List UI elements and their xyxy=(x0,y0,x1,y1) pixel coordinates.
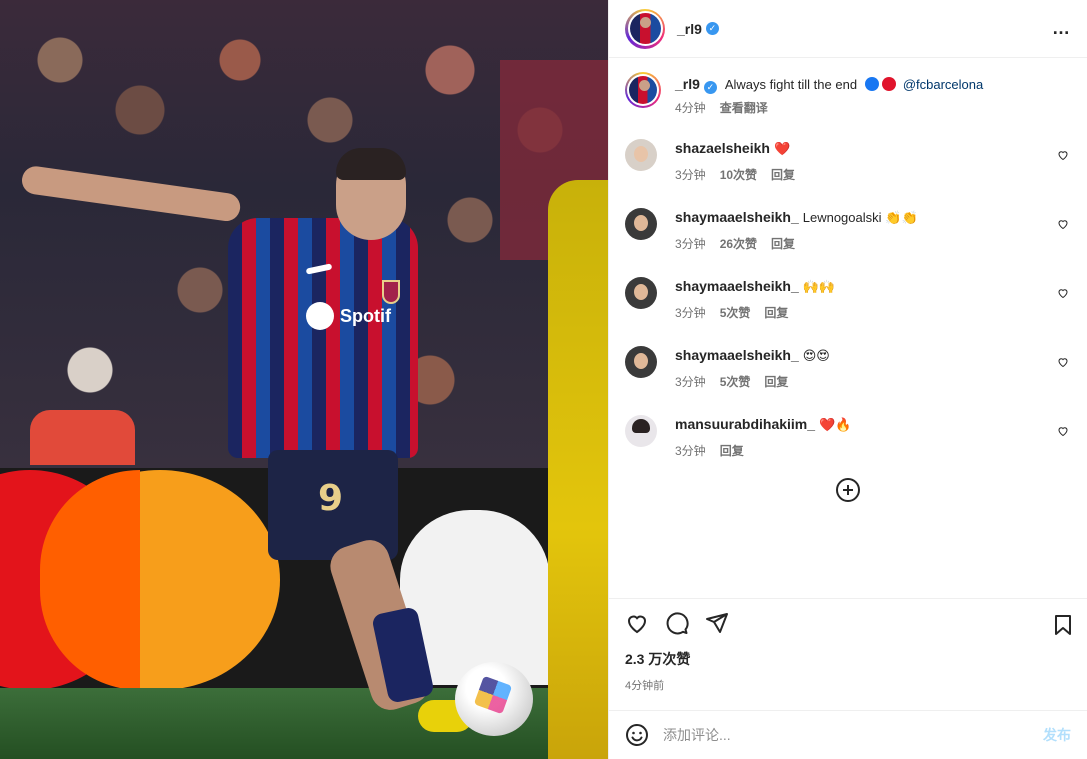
post-side-panel: _rl9 ✓ … _rl9 ✓ Always fight till the end… xyxy=(608,0,1087,759)
post-header: _rl9 ✓ … xyxy=(609,0,1087,58)
reply-button[interactable]: 回复 xyxy=(771,235,795,253)
reply-button[interactable]: 回复 xyxy=(771,166,795,184)
comment-time[interactable]: 3分钟 xyxy=(675,166,706,184)
load-more-comments xyxy=(625,478,1071,502)
comment-likes[interactable]: 26次赞 xyxy=(720,235,757,253)
comment-username[interactable]: shaymaaelsheikh_ xyxy=(675,347,799,363)
more-options-icon[interactable]: … xyxy=(1052,18,1071,39)
jersey-sponsor-logo: Spotif xyxy=(306,302,391,330)
post-comment-button[interactable]: 发布 xyxy=(1043,725,1071,745)
comment-like-heart-icon[interactable] xyxy=(1057,287,1069,299)
verified-badge-icon: ✓ xyxy=(705,22,719,35)
reply-button[interactable]: 回复 xyxy=(764,304,788,322)
comment-time[interactable]: 3分钟 xyxy=(675,442,706,460)
reply-button[interactable]: 回复 xyxy=(764,373,788,391)
emoji-smiley-icon[interactable] xyxy=(625,723,649,747)
commenter-avatar[interactable] xyxy=(625,208,657,240)
reply-button[interactable]: 回复 xyxy=(720,442,744,460)
crowd-child xyxy=(30,410,135,465)
comment-like-heart-icon[interactable] xyxy=(1057,425,1069,437)
comment-text: Lewnogoalski xyxy=(802,210,882,225)
translate-link[interactable]: 查看翻译 xyxy=(720,99,768,117)
comment-bubble-icon[interactable] xyxy=(665,611,689,635)
commenter-avatar[interactable] xyxy=(625,277,657,309)
comment-time[interactable]: 3分钟 xyxy=(675,304,706,322)
caption-time[interactable]: 4分钟 xyxy=(675,99,706,117)
comment-item: shaymaaelsheikh_ 🙌🙌 3分钟 5次赞 回复 xyxy=(625,277,1071,322)
comment-emoji: 🙌🙌 xyxy=(802,279,836,294)
comment-like-heart-icon[interactable] xyxy=(1057,218,1069,230)
player-hair xyxy=(336,148,406,180)
caption-text: Always fight till the end xyxy=(724,77,858,92)
caption-mention-link[interactable]: @fcbarcelona xyxy=(903,77,983,92)
save-bookmark-icon[interactable] xyxy=(1051,613,1075,637)
caption-row: _rl9 ✓ Always fight till the end @fcbarce… xyxy=(625,72,1071,117)
jersey-club-crest xyxy=(382,280,400,304)
comment-input[interactable] xyxy=(663,727,1043,743)
comment-username[interactable]: shaymaaelsheikh_ xyxy=(675,278,799,294)
instagram-post-modal: Spotif 9 _rl9 ✓ … _rl9 ✓ Always fight ti… xyxy=(0,0,1087,759)
verified-badge-icon: ✓ xyxy=(703,81,717,94)
comments-list[interactable]: _rl9 ✓ Always fight till the end @fcbarce… xyxy=(609,58,1087,598)
comment-item: mansuurabdihakiim_ ❤️🔥 3分钟 回复 xyxy=(625,415,1071,460)
comment-item: shaymaaelsheikh_ 😍😍 3分钟 5次赞 回复 xyxy=(625,346,1071,391)
author-avatar-ring[interactable] xyxy=(625,8,665,49)
comment-emoji: ❤️ xyxy=(773,141,791,156)
share-paper-plane-icon[interactable] xyxy=(705,611,729,635)
likes-count[interactable]: 2.3 万次赞 xyxy=(625,649,1071,669)
comment-likes[interactable]: 5次赞 xyxy=(720,304,751,322)
comment-time[interactable]: 3分钟 xyxy=(675,373,706,391)
goalkeeper-blur xyxy=(548,180,608,759)
commenter-avatar[interactable] xyxy=(625,415,657,447)
load-more-plus-icon[interactable] xyxy=(836,478,860,502)
comment-likes[interactable]: 10次赞 xyxy=(720,166,757,184)
comment-username[interactable]: shaymaaelsheikh_ xyxy=(675,209,799,225)
comment-username[interactable]: mansuurabdihakiim_ xyxy=(675,416,815,432)
shorts-number: 9 xyxy=(318,478,344,519)
comment-time[interactable]: 3分钟 xyxy=(675,235,706,253)
comment-emoji: ❤️🔥 xyxy=(819,417,852,432)
author-username[interactable]: _rl9 xyxy=(677,21,702,37)
author-avatar[interactable] xyxy=(629,13,661,44)
commenter-avatar[interactable] xyxy=(625,346,657,378)
comment-emoji: 👏👏 xyxy=(885,210,918,225)
blue-circle-emoji-icon xyxy=(864,77,879,91)
comment-item: shazaelsheikh ❤️ 3分钟 10次赞 回复 xyxy=(625,139,1071,184)
post-photo[interactable]: Spotif 9 xyxy=(0,0,608,759)
comment-emoji: 😍😍 xyxy=(802,348,830,363)
comment-composer: 发布 xyxy=(609,710,1087,759)
comment-item: shaymaaelsheikh_ Lewnogoalski 👏👏 3分钟 26次赞… xyxy=(625,208,1071,253)
comment-like-heart-icon[interactable] xyxy=(1057,149,1069,161)
comment-like-heart-icon[interactable] xyxy=(1057,356,1069,368)
comment-likes[interactable]: 5次赞 xyxy=(720,373,751,391)
like-heart-icon[interactable] xyxy=(625,611,649,635)
caption-username[interactable]: _rl9 xyxy=(675,76,700,92)
posted-time[interactable]: 4分钟前 xyxy=(625,677,1071,693)
caption-avatar-ring[interactable] xyxy=(625,72,661,108)
red-circle-emoji-icon xyxy=(881,77,896,91)
comment-username[interactable]: shazaelsheikh xyxy=(675,140,770,156)
post-actions: 2.3 万次赞 4分钟前 xyxy=(609,598,1087,710)
player-jersey xyxy=(228,218,418,458)
commenter-avatar[interactable] xyxy=(625,139,657,171)
caption-avatar[interactable] xyxy=(629,76,657,104)
